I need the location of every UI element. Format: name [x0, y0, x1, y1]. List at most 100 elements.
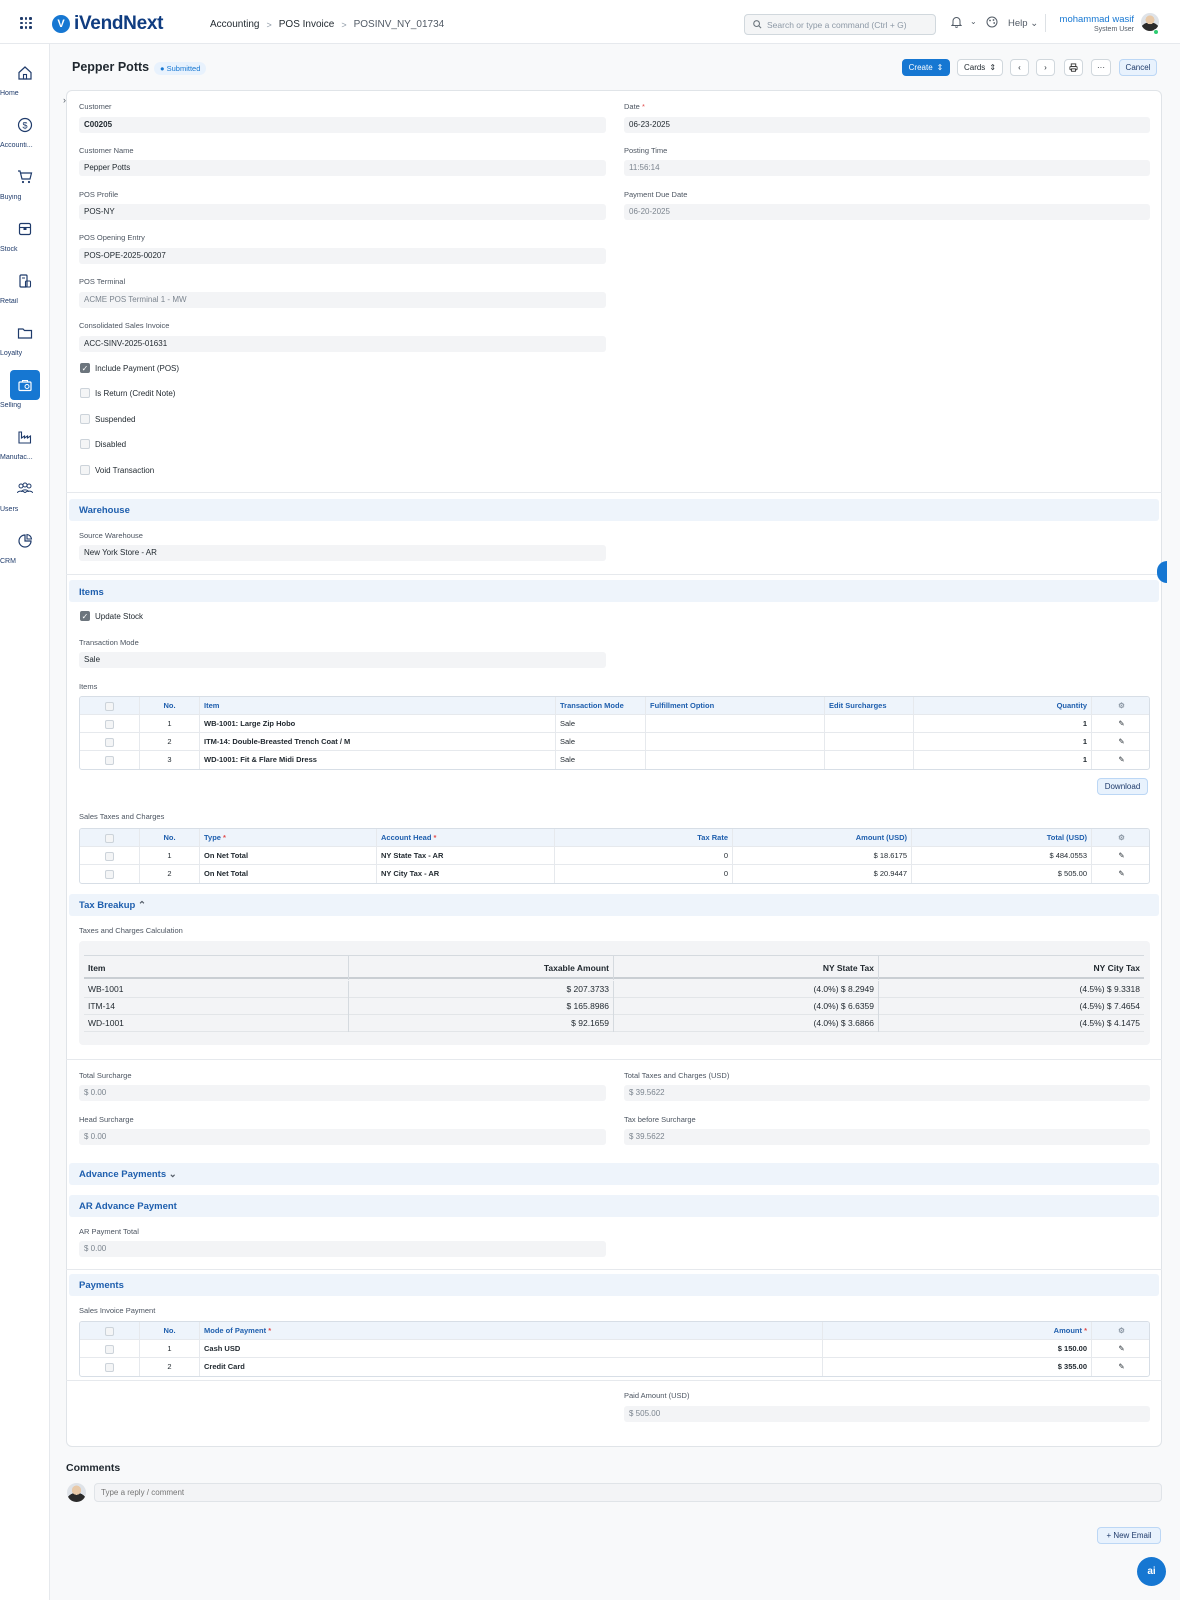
previous-button[interactable]: ‹ [1010, 59, 1029, 76]
table-row[interactable]: 2 ITM-14: Double-Breasted Trench Coat / … [80, 733, 1149, 751]
row-checkbox[interactable] [80, 715, 140, 733]
breadcrumb-pos-invoice[interactable]: POS Invoice [279, 19, 335, 30]
table-row[interactable]: 2 On Net Total NY City Tax - AR 0 $ 20.9… [80, 865, 1149, 883]
edit-icon[interactable]: ✎ [1092, 1340, 1149, 1358]
total-surcharge-field[interactable]: $ 0.00 [79, 1085, 606, 1101]
payments-section-title[interactable]: Payments [79, 1280, 124, 1291]
cancel-button[interactable]: Cancel [1119, 59, 1157, 76]
include-payment-checkbox[interactable]: ✓ [80, 363, 90, 373]
disabled-checkbox[interactable] [80, 439, 90, 449]
pos-opening-entry-field[interactable]: POS-OPE-2025-00207 [79, 248, 606, 264]
ai-assistant-button[interactable]: ai [1137, 1557, 1166, 1586]
expand-sidebar-icon[interactable]: › [63, 95, 66, 105]
row-checkbox[interactable] [80, 847, 140, 865]
print-button[interactable] [1064, 59, 1083, 76]
pos-terminal-field[interactable]: ACME POS Terminal 1 - MW [79, 292, 606, 308]
void-transaction-checkbox[interactable] [80, 465, 90, 475]
app-logo[interactable]: iVendNext [74, 13, 163, 35]
tax-before-surcharge-field[interactable]: $ 39.5622 [624, 1129, 1150, 1145]
items-section-header[interactable] [69, 580, 1159, 602]
date-field[interactable]: 06-23-2025 [624, 117, 1150, 133]
row-checkbox[interactable] [80, 1340, 140, 1358]
tax-breakup-section-title[interactable]: Tax Breakup ⌃ [79, 900, 146, 911]
total-taxes-field[interactable]: $ 39.5622 [624, 1085, 1150, 1101]
comment-box[interactable] [94, 1483, 1162, 1502]
sidebar-item-loyalty[interactable]: Loyalty [0, 318, 50, 357]
palette-icon[interactable] [986, 16, 998, 30]
source-warehouse-field[interactable]: New York Store - AR [79, 545, 606, 561]
advance-payments-section-header[interactable] [69, 1163, 1159, 1185]
payments-section-header[interactable] [69, 1274, 1159, 1296]
row-total: $ 484.0553 [912, 847, 1092, 865]
settings-icon[interactable]: ⚙ [1092, 1322, 1149, 1340]
row-checkbox[interactable] [80, 733, 140, 751]
bell-icon[interactable] [950, 16, 963, 30]
tax-breakup-section-header[interactable] [69, 894, 1159, 916]
consolidated-invoice-field[interactable]: ACC-SINV-2025-01631 [79, 336, 606, 352]
settings-icon[interactable]: ⚙ [1092, 697, 1149, 715]
edit-icon[interactable]: ✎ [1092, 1358, 1149, 1376]
sidebar-item-users[interactable]: Users [0, 474, 50, 513]
ar-payment-total-field[interactable]: $ 0.00 [79, 1241, 606, 1257]
help-menu[interactable]: Help ⌄ [1008, 18, 1038, 29]
table-row[interactable]: 1 Cash USD $ 150.00 ✎ [80, 1340, 1149, 1358]
create-button[interactable]: Create ⇕ [902, 59, 950, 76]
breadcrumb-accounting[interactable]: Accounting [210, 19, 259, 30]
settings-icon[interactable]: ⚙ [1092, 829, 1149, 847]
logo-icon[interactable]: V [52, 15, 70, 33]
new-email-button[interactable]: + New Email [1097, 1527, 1161, 1544]
sidebar-item-selling[interactable]: Selling [0, 370, 50, 409]
comment-input[interactable] [95, 1484, 1161, 1501]
table-row[interactable]: 2 Credit Card $ 355.00 ✎ [80, 1358, 1149, 1376]
pos-profile-field[interactable]: POS-NY [79, 204, 606, 220]
sidebar-item-stock[interactable]: Stock [0, 214, 50, 253]
items-section-title[interactable]: Items [79, 587, 104, 598]
suspended-checkbox[interactable] [80, 414, 90, 424]
sidebar-item-home[interactable]: Home [0, 58, 50, 97]
select-all-checkbox[interactable] [80, 829, 140, 847]
table-row[interactable]: 1 WB-1001: Large Zip Hobo Sale 1 ✎ [80, 715, 1149, 733]
posting-time-field[interactable]: 11:56:14 [624, 160, 1150, 176]
warehouse-section-header[interactable] [69, 499, 1159, 521]
edit-icon[interactable]: ✎ [1092, 847, 1149, 865]
table-row[interactable]: 1 On Net Total NY State Tax - AR 0 $ 18.… [80, 847, 1149, 865]
next-button[interactable]: › [1036, 59, 1055, 76]
customer-name-field[interactable]: Pepper Potts [79, 160, 606, 176]
sidebar-item-accounting[interactable]: $ Accounti... [0, 110, 50, 149]
more-button[interactable]: ··· [1091, 59, 1111, 76]
chart-icon [10, 526, 40, 556]
is-return-checkbox[interactable] [80, 388, 90, 398]
row-checkbox[interactable] [80, 751, 140, 769]
row-checkbox[interactable] [80, 865, 140, 883]
paid-amount-field[interactable]: $ 505.00 [624, 1406, 1150, 1422]
warehouse-section-title[interactable]: Warehouse [79, 505, 130, 516]
download-button[interactable]: Download [1097, 778, 1148, 795]
sidebar-item-manufacturing[interactable]: Manufac... [0, 422, 50, 461]
user-name[interactable]: mohammad wasif [1060, 14, 1134, 25]
payment-due-date-field[interactable]: 06-20-2025 [624, 204, 1150, 220]
update-stock-checkbox[interactable]: ✓ [80, 611, 90, 621]
table-row[interactable]: 3 WD-1001: Fit & Flare Midi Dress Sale 1… [80, 751, 1149, 769]
edit-icon[interactable]: ✎ [1092, 751, 1149, 769]
ar-advance-section-header[interactable] [69, 1195, 1159, 1217]
sidebar-item-buying[interactable]: Buying [0, 162, 50, 201]
chevron-down-icon[interactable]: ⌄ [970, 17, 977, 26]
select-all-checkbox[interactable] [80, 697, 140, 715]
search-box[interactable] [744, 14, 936, 35]
cards-button[interactable]: Cards ⇕ [957, 59, 1003, 76]
edit-icon[interactable]: ✎ [1092, 733, 1149, 751]
head-surcharge-field[interactable]: $ 0.00 [79, 1129, 606, 1145]
transaction-mode-field[interactable]: Sale [79, 652, 606, 668]
row-checkbox[interactable] [80, 1358, 140, 1376]
table-row: WB-1001 $ 207.3733 (4.0%) $ 8.2949 (4.5%… [84, 981, 1144, 998]
app-grid-icon[interactable] [20, 17, 32, 29]
select-all-checkbox[interactable] [80, 1322, 140, 1340]
ar-advance-section-title[interactable]: AR Advance Payment [79, 1201, 177, 1212]
edit-icon[interactable]: ✎ [1092, 865, 1149, 883]
edit-icon[interactable]: ✎ [1092, 715, 1149, 733]
customer-field[interactable]: C00205 [79, 117, 606, 133]
search-input[interactable] [767, 19, 927, 30]
sidebar-item-crm[interactable]: CRM [0, 526, 50, 565]
sidebar-item-retail[interactable]: Retail [0, 266, 50, 305]
advance-payments-section-title[interactable]: Advance Payments ⌄ [79, 1169, 177, 1180]
